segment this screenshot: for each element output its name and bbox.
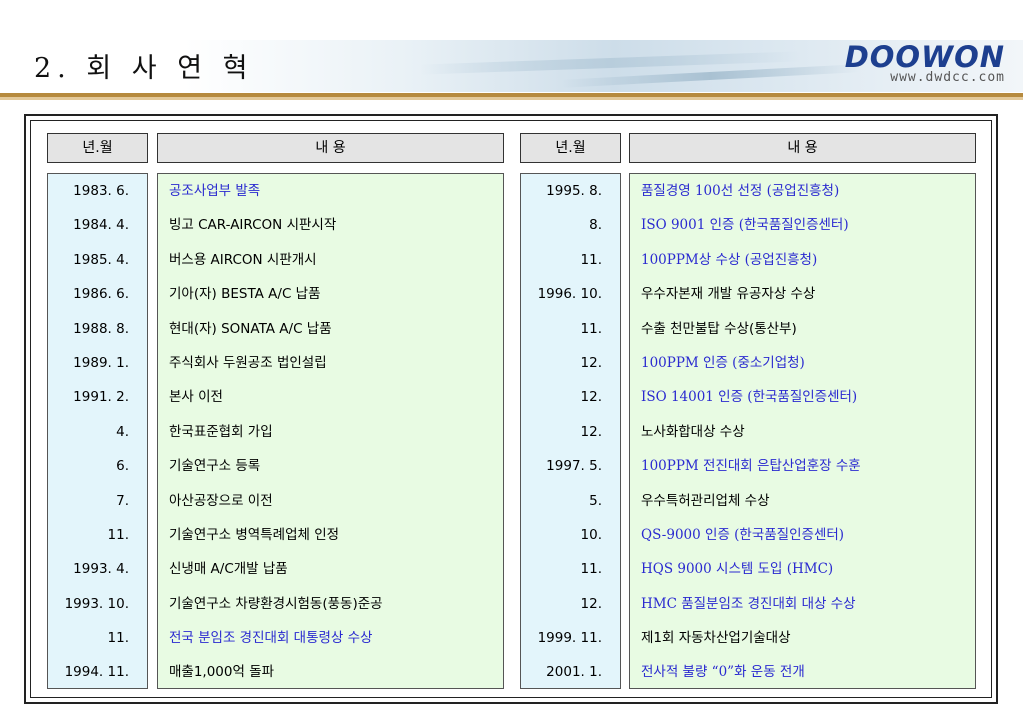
history-date: 10. (580, 526, 602, 543)
history-event: 100PPM 전진대회 은탑산업훈장 수훈 (641, 458, 861, 475)
history-date: 8. (589, 217, 602, 234)
history-event: 품질경영 100선 선정 (공업진흥청) (641, 183, 840, 199)
history-event: 공조사업부 발족 (169, 183, 261, 199)
history-event: 빙고 CAR-AIRCON 시판시작 (169, 217, 337, 234)
history-event: 우수자본재 개발 유공자상 수상 (641, 286, 816, 303)
history-date: 1984. 4. (73, 217, 129, 234)
history-event: 기술연구소 등록 (169, 458, 261, 475)
history-date: 1991. 2. (73, 389, 129, 406)
history-event: 매출1,000억 돌파 (169, 664, 275, 681)
history-date: 6. (116, 458, 129, 475)
history-event: 주식회사 두원공조 법인설립 (169, 354, 327, 371)
history-date: 11. (580, 561, 602, 578)
history-date: 11. (107, 630, 129, 647)
history-date: 11. (580, 320, 602, 337)
history-date: 4. (116, 423, 129, 440)
history-date: 12. (580, 595, 602, 612)
history-event: 기술연구소 차량환경시험동(풍동)준공 (169, 595, 383, 612)
history-event: ISO 9001 인증 (한국품질인증센터) (641, 217, 849, 234)
history-date: 1988. 8. (73, 320, 129, 337)
history-event: 전국 분임조 경진대회 대통령상 수상 (169, 630, 373, 647)
history-date: 11. (580, 251, 602, 268)
history-event: 우수특허관리업체 수상 (641, 492, 770, 509)
right-date-column: 1995. 8. 8. 11. 1996. 10. 11. 12. 12. 12. 1997. … (520, 173, 621, 689)
history-event: 노사화합대상 수상 (641, 423, 745, 440)
history-date: 1993. 4. (73, 561, 129, 578)
history-event: HQS 9000 시스템 도입 (HMC) (641, 561, 834, 578)
left-event-column: 공조사업부 발족빙고 CAR-AIRCON 시판시작버스용 AIRCON 시판개… (157, 173, 504, 689)
history-date: 7. (116, 492, 129, 509)
history-event: 버스용 AIRCON 시판개시 (169, 251, 317, 268)
left-date-column: 1983. 6. 1984. 4. 1985. 4. 1986. 6. 1988. 8.… (47, 173, 148, 689)
history-date: 12. (580, 389, 602, 406)
history-event: 본사 이전 (169, 389, 223, 406)
history-date: 11. (107, 526, 129, 543)
slide-header: 2. 회 사 연 혁 DOOWON www.dwdcc.com (0, 0, 1023, 100)
left-content-header: 내 용 (157, 133, 504, 163)
history-date: 1989. 1. (73, 354, 129, 371)
right-date-header: 년.월 (520, 133, 621, 163)
history-date: 1986. 6. (73, 286, 129, 303)
history-date: 12. (580, 354, 602, 371)
history-date: 5. (589, 492, 602, 509)
history-date: 1999. 11. (537, 630, 602, 647)
history-date: 1995. 8. (546, 183, 602, 199)
right-event-column: 품질경영 100선 선정 (공업진흥청) ISO 9001 인증 (한국품질인증센… (629, 173, 976, 689)
header-rule-light (0, 97, 1023, 100)
history-event: 한국표준협회 가입 (169, 423, 273, 440)
history-date: 1983. 6. (73, 183, 129, 199)
history-event: HMC 품질분임조 경진대회 대상 수상 (641, 595, 856, 612)
history-event: QS-9000 인증 (한국품질인증센터) (641, 526, 845, 543)
history-event: 100PPM상 수상 (공업진흥청) (641, 251, 818, 268)
history-date: 1997. 5. (546, 458, 602, 475)
history-date: 12. (580, 423, 602, 440)
history-event: 현대(자) SONATA A/C 납품 (169, 320, 332, 337)
history-date: 1985. 4. (73, 251, 129, 268)
right-content-header: 내 용 (629, 133, 976, 163)
history-event: 전사적 불량 “0”화 운동 전개 (641, 664, 805, 681)
history-event: 100PPM 인증 (중소기업청) (641, 354, 805, 371)
history-event: 아산공장으로 이전 (169, 492, 273, 509)
history-event: 기아(자) BESTA A/C 납품 (169, 286, 321, 303)
logo-url: www.dwdcc.com (890, 70, 1005, 85)
history-date: 1993. 10. (64, 595, 129, 612)
history-event: 신냉매 A/C개발 납품 (169, 561, 288, 578)
history-date: 1994. 11. (64, 664, 129, 681)
history-event: ISO 14001 인증 (한국품질인증센터) (641, 389, 858, 406)
history-event: 수출 천만불탑 수상(통산부) (641, 320, 797, 337)
page-title: 2. 회 사 연 혁 (34, 53, 254, 84)
left-date-header: 년.월 (47, 133, 148, 163)
history-event: 기술연구소 병역특례업체 인정 (169, 526, 340, 543)
history-date: 2001. 1. (546, 664, 602, 681)
company-logo: DOOWON www.dwdcc.com (835, 40, 1005, 88)
history-event: 제1회 자동차산업기술대상 (641, 630, 791, 647)
logo-name: DOOWON (844, 40, 1005, 74)
history-date: 1996. 10. (537, 286, 602, 303)
